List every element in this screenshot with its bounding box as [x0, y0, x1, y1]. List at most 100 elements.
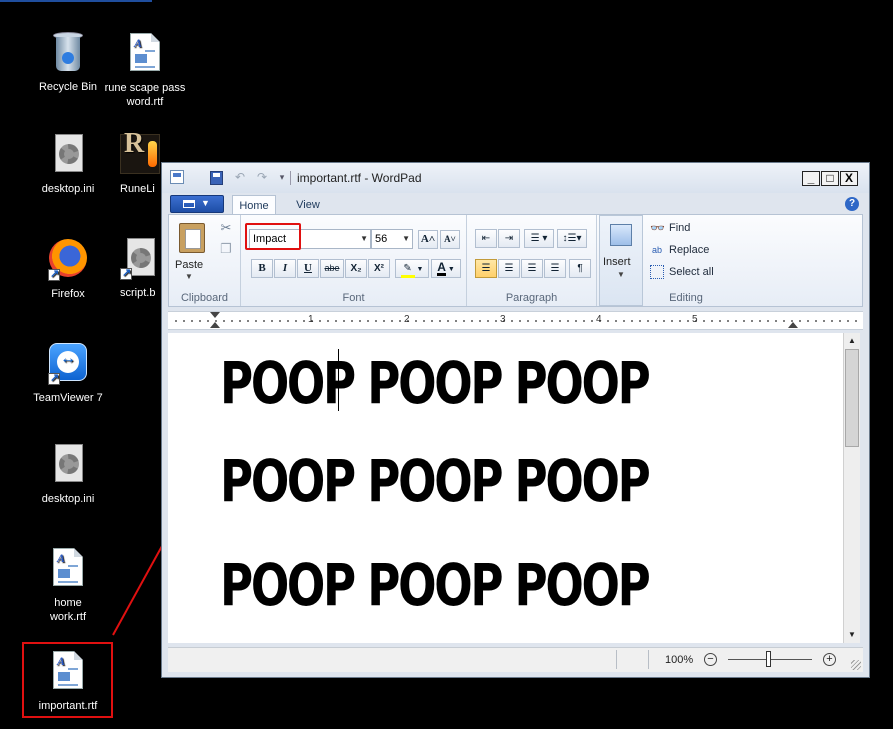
zoom-slider-thumb[interactable]: [766, 651, 771, 667]
ruler-ticks: [172, 320, 859, 322]
customize-quick-access-icon[interactable]: ▾: [274, 169, 290, 185]
rtf-document-icon: A: [130, 33, 160, 71]
align-right-icon[interactable]: ☰: [521, 259, 543, 278]
bold-button[interactable]: B: [251, 259, 273, 278]
ruler[interactable]: 1 2 3 4 5: [168, 311, 863, 330]
vertical-scrollbar[interactable]: ▲ ▼: [843, 333, 860, 643]
status-bar: 100% − +: [168, 647, 863, 672]
first-line-indent-marker[interactable]: [210, 312, 220, 318]
font-size-combo[interactable]: 56 ▼: [371, 229, 413, 249]
align-center-icon[interactable]: ☰: [498, 259, 520, 278]
ruler-number: 1: [308, 314, 314, 325]
wordpad-app-icon[interactable]: [170, 170, 184, 184]
highlight-color-button[interactable]: ✎ ▼: [395, 259, 429, 278]
select-all-icon: [650, 265, 664, 279]
chevron-down-icon: ▼: [402, 234, 410, 243]
zoom-in-button[interactable]: +: [823, 653, 836, 666]
ruler-number: 3: [500, 314, 506, 325]
ribbon-tab-row: ▼ Home View ?: [168, 193, 863, 215]
paragraph-settings-icon[interactable]: ¶: [569, 259, 591, 278]
replace-icon: ab: [651, 245, 662, 255]
cut-icon[interactable]: ✂: [219, 221, 233, 235]
status-separator: [616, 650, 617, 669]
shortcut-arrow-icon: [48, 371, 60, 385]
select-all-label: Select all: [669, 266, 714, 278]
text-color-icon: A: [437, 260, 446, 276]
desktop-icon-home-work[interactable]: A home work.rtf: [23, 545, 113, 624]
document-line: POOP POOP POOP: [220, 551, 651, 619]
tab-home[interactable]: Home: [232, 195, 276, 215]
help-icon[interactable]: ?: [845, 197, 859, 211]
bullet-list-icon[interactable]: ☰ ▾: [524, 229, 554, 248]
line-spacing-icon[interactable]: ↕☰▾: [557, 229, 587, 248]
document-editor[interactable]: POOP POOP POOP POOP POOP POOP POOP POOP …: [168, 333, 843, 643]
title-bar[interactable]: ↶ ↷ ▾ important.rtf - WordPad _ □ X: [162, 163, 869, 193]
chevron-down-icon: ▼: [185, 272, 193, 281]
increase-indent-icon[interactable]: ⇥: [498, 229, 520, 248]
desktop-icon-desktop-ini-2[interactable]: desktop.ini: [23, 442, 113, 506]
editing-group: 👓 Find ab Replace Select all Editing: [645, 215, 727, 306]
copy-icon[interactable]: ❐: [219, 242, 233, 256]
strikethrough-button[interactable]: abe: [320, 259, 344, 278]
settings-file-icon: [51, 444, 85, 484]
shortcut-arrow-icon: [48, 267, 60, 281]
justify-icon[interactable]: ☰: [544, 259, 566, 278]
wordpad-window: ↶ ↷ ▾ important.rtf - WordPad _ □ X ▼ Ho…: [161, 162, 870, 678]
scroll-up-icon[interactable]: ▲: [845, 334, 859, 348]
file-menu-button[interactable]: ▼: [170, 195, 224, 213]
superscript-button[interactable]: X²: [368, 259, 390, 278]
font-size-value: 56: [375, 233, 388, 245]
scroll-down-icon[interactable]: ▼: [845, 628, 859, 642]
insert-group[interactable]: Insert ▼: [599, 215, 643, 306]
tab-view[interactable]: View: [288, 195, 328, 215]
italic-button[interactable]: I: [274, 259, 296, 278]
redo-icon[interactable]: ↷: [254, 169, 270, 185]
save-icon[interactable]: [210, 171, 223, 185]
maximize-button[interactable]: □: [821, 171, 839, 186]
shortcut-arrow-icon: [120, 266, 132, 280]
align-left-icon[interactable]: ☰: [475, 259, 497, 278]
desktop-icon-label: rune scape pass word.rtf: [104, 82, 186, 108]
desktop-icon-label: TeamViewer 7: [33, 392, 103, 404]
resize-grip[interactable]: [851, 660, 861, 670]
editing-group-label: Editing: [669, 292, 703, 304]
underline-button[interactable]: U: [297, 259, 319, 278]
binoculars-icon: 👓: [650, 221, 665, 235]
undo-icon[interactable]: ↶: [232, 169, 248, 185]
insert-picture-icon: [610, 224, 632, 246]
close-button[interactable]: X: [840, 171, 858, 186]
title-separator: [290, 171, 291, 185]
status-separator: [648, 650, 649, 669]
highlight-box-font-family: [245, 223, 301, 250]
zoom-out-button[interactable]: −: [704, 653, 717, 666]
settings-file-icon: [51, 134, 85, 174]
window-title: important.rtf - WordPad: [297, 171, 422, 185]
right-indent-marker[interactable]: [788, 322, 798, 328]
highlight-box-important-file: [22, 642, 113, 718]
grow-font-button[interactable]: A˄: [418, 230, 438, 249]
chevron-down-icon: ▼: [414, 266, 424, 273]
text-color-button[interactable]: A ▼: [431, 259, 461, 278]
clipboard-icon: [179, 223, 205, 253]
ruler-number: 4: [596, 314, 602, 325]
minimize-button[interactable]: _: [802, 171, 820, 186]
insert-label: Insert: [603, 256, 631, 268]
replace-label: Replace: [669, 244, 710, 256]
clipboard-group-label: Clipboard: [180, 292, 229, 304]
document-line: POOP POOP POOP: [220, 349, 651, 417]
left-indent-marker[interactable]: [210, 322, 220, 328]
paragraph-group-label: Paragraph: [505, 292, 558, 304]
taskbar-edge: [0, 0, 152, 2]
decrease-indent-icon[interactable]: ⇤: [475, 229, 497, 248]
desktop-icon-runelite[interactable]: R RuneLi: [100, 130, 170, 196]
clipboard-group: Paste ▼ ✂ ❐ Clipboard: [169, 215, 241, 306]
zoom-level: 100%: [665, 654, 694, 666]
desktop-icon-teamviewer[interactable]: TeamViewer 7: [23, 340, 113, 405]
shrink-font-button[interactable]: A˅: [440, 230, 460, 249]
chevron-down-icon: ▼: [360, 234, 368, 243]
ruler-number: 2: [404, 314, 410, 325]
desktop-icon-rune-scape-password[interactable]: A rune scape pass word.rtf: [100, 30, 190, 109]
subscript-button[interactable]: X₂: [345, 259, 367, 278]
scrollbar-thumb[interactable]: [845, 349, 859, 447]
desktop-icon-script[interactable]: script.b: [100, 236, 170, 300]
